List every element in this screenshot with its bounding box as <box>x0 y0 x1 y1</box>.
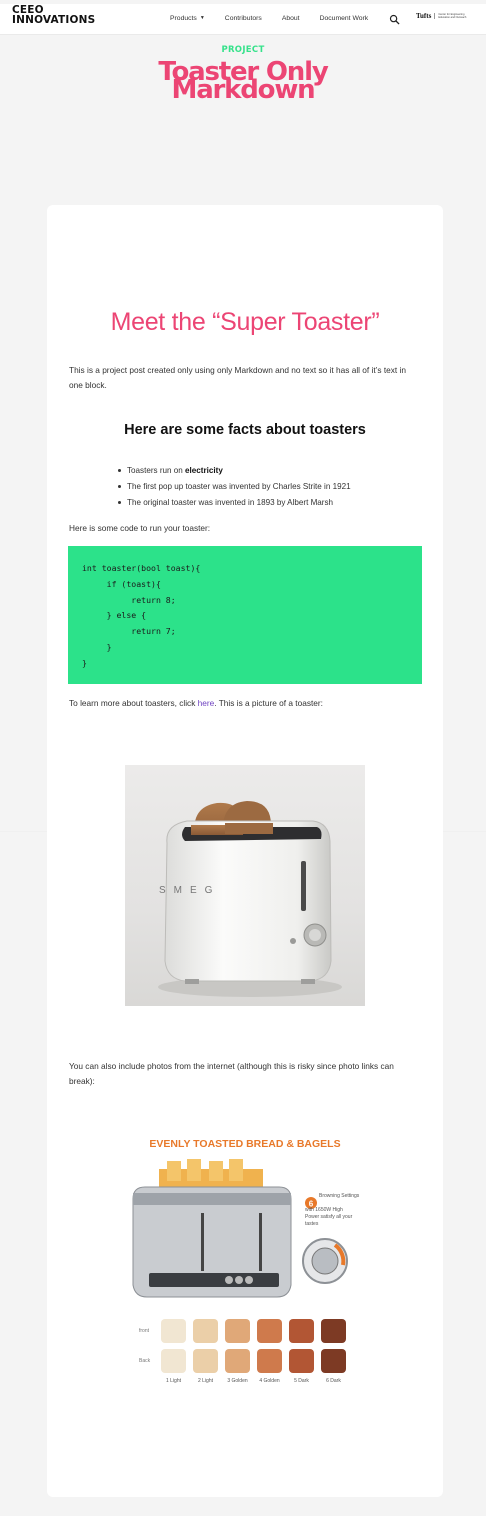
shade-swatch <box>193 1319 218 1343</box>
search-icon[interactable] <box>389 14 400 25</box>
badge-text-1: Browning Settings <box>319 1193 360 1199</box>
project-eyebrow: PROJECT <box>221 45 265 55</box>
svg-text:SMEG: SMEG <box>159 885 220 896</box>
toaster-photo: SMEG <box>125 765 365 1006</box>
nav-products-menu[interactable]: Products ▼ <box>170 15 205 22</box>
code-block[interactable]: int toaster(bool toast){ if (toast){ ret… <box>68 546 422 684</box>
infographic-graphic: EVENLY TOASTED BREAD & BAGELS 6 Browning… <box>132 1138 360 1384</box>
list-item: Toasters run on electricity <box>118 463 427 479</box>
shade-swatch <box>321 1349 346 1373</box>
shade-swatch <box>225 1349 250 1373</box>
shade-swatch <box>193 1349 218 1373</box>
shade-level-label: 6 Dark <box>326 1378 341 1384</box>
ceeo-logo[interactable]: CEEO INNOVATIONS <box>12 5 96 26</box>
nav-products-label: Products <box>170 15 197 22</box>
shade-swatch <box>289 1349 314 1373</box>
shade-swatch <box>225 1319 250 1343</box>
nav-links: Products ▼ Contributors About Document Wo… <box>170 15 368 22</box>
logo-line-2: INNOVATIONS <box>12 14 96 26</box>
badge-text-2: with 1650W High <box>305 1207 343 1213</box>
fact-bold-text: electricity <box>185 466 223 475</box>
row-label-front: front <box>139 1328 150 1334</box>
shade-swatch <box>257 1319 282 1343</box>
tufts-logo[interactable]: Tufts Center for Engineering Education a… <box>416 12 468 20</box>
toaster-illustration: SMEG <box>158 801 342 997</box>
shade-level-label: 5 Dark <box>294 1378 309 1384</box>
article-heading: Meet the “Super Toaster” <box>110 308 380 336</box>
top-nav: CEEO INNOVATIONS Products ▼ Contributors … <box>0 4 486 35</box>
badge-text-3: Power satisfy all your <box>305 1214 353 1220</box>
shade-swatch <box>257 1349 282 1373</box>
shade-level-label: 2 Light <box>198 1378 214 1384</box>
toaster-infographic: EVENLY TOASTED BREAD & BAGELS 6 Browning… <box>129 1133 361 1385</box>
facts-heading: Here are some facts about toasters <box>124 422 366 438</box>
code-intro-paragraph: Here is some code to run your toaster: <box>69 523 211 533</box>
badge-text-4: tastes <box>305 1221 319 1227</box>
internet-photos-paragraph: You can also include photos from the int… <box>69 1061 394 1086</box>
tufts-wordmark: Tufts <box>416 12 432 20</box>
caret-down-icon: ▼ <box>199 15 205 21</box>
page-title: Toaster Only Markdown <box>0 59 486 105</box>
shade-level-label: 4 Golden <box>259 1378 280 1384</box>
page-title-line-2: Markdown <box>171 75 316 105</box>
article-card: Meet the “Super Toaster” This is a proje… <box>47 205 443 1497</box>
shade-swatch <box>161 1319 186 1343</box>
nav-contributors-link[interactable]: Contributors <box>225 15 262 22</box>
learn-more-paragraph: To learn more about toasters, click here… <box>69 696 421 711</box>
shade-level-label: 3 Golden <box>227 1378 248 1384</box>
infographic-title: EVENLY TOASTED BREAD & BAGELS <box>149 1138 340 1150</box>
shade-swatch <box>289 1319 314 1343</box>
fact-text: Toasters run on <box>127 466 186 475</box>
list-item: The original toaster was invented in 189… <box>118 495 427 511</box>
row-label-back: Back <box>139 1358 151 1364</box>
shade-swatch <box>321 1319 346 1343</box>
code-text: int toaster(bool toast){ if (toast){ ret… <box>82 563 201 668</box>
intro-paragraph: This is a project post created only usin… <box>69 365 406 390</box>
nav-document-work-link[interactable]: Document Work <box>320 15 369 22</box>
nav-about-link[interactable]: About <box>282 15 300 22</box>
tufts-center-name: Center for Engineering Education and Out… <box>434 13 468 19</box>
shade-level-label: 1 Light <box>166 1378 182 1384</box>
list-item: The first pop up toaster was invented by… <box>118 479 427 495</box>
facts-list: Toasters run on electricity The first po… <box>118 463 427 511</box>
learn-text: To learn more about toasters, click <box>69 698 198 708</box>
shade-swatches: 1 Light 2 Light 3 Golden 4 Golden 5 Dark 6 Da… <box>161 1319 346 1384</box>
learn-more-link[interactable]: here <box>198 698 215 708</box>
shade-swatch <box>161 1349 186 1373</box>
learn-text-suffix: . This is a picture of a toaster: <box>214 698 323 708</box>
